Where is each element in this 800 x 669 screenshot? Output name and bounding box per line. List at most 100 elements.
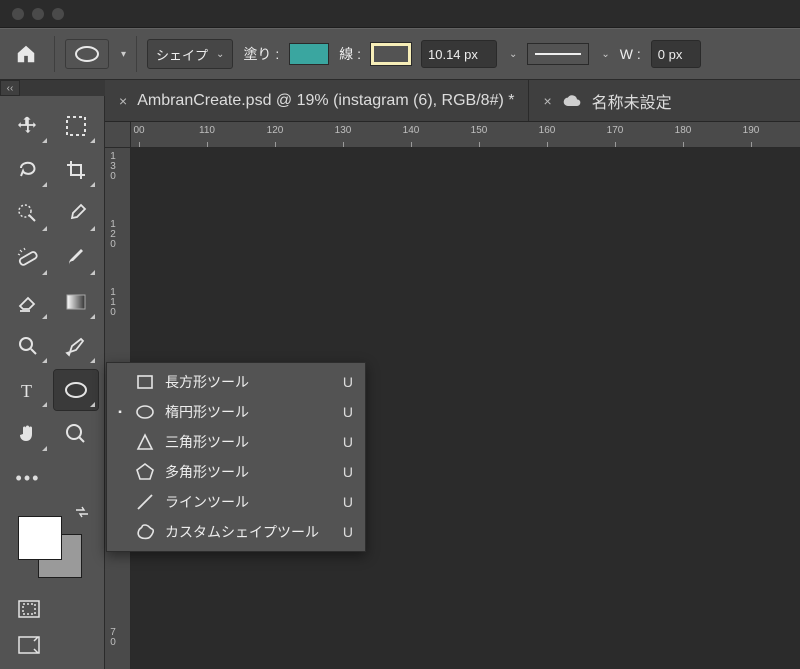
flyout-item-shortcut: U — [343, 464, 353, 480]
swap-colors-icon[interactable] — [74, 504, 90, 520]
heal-tool[interactable] — [6, 238, 50, 278]
marquee-tool[interactable] — [54, 106, 98, 146]
hand-icon — [17, 423, 39, 445]
flyout-item-triangle[interactable]: 三角形ツール U — [107, 427, 365, 457]
window-titlebar — [0, 0, 800, 28]
eyedropper-tool[interactable] — [54, 194, 98, 234]
current-tool-preview[interactable] — [65, 39, 109, 69]
pen-icon — [65, 335, 87, 357]
stroke-width-input[interactable]: 10.14 px — [421, 40, 497, 68]
gradient-tool[interactable] — [54, 282, 98, 322]
ellipse-icon — [135, 402, 155, 422]
eraser-icon — [17, 291, 39, 313]
magnify-tool[interactable] — [54, 414, 98, 454]
flyout-item-label: ラインツール — [165, 492, 333, 512]
flyout-item-ellipse[interactable]: ▪ 楕円形ツール U — [107, 397, 365, 427]
tab-title: AmbranCreate.psd @ 19% (instagram (6), R… — [137, 92, 514, 110]
flyout-item-rect[interactable]: 長方形ツール U — [107, 367, 365, 397]
width-value: 0 px — [658, 47, 683, 62]
lasso-tool[interactable] — [6, 150, 50, 190]
chevron-down-icon[interactable]: ⌄ — [601, 49, 609, 60]
brush-tool[interactable] — [54, 238, 98, 278]
zoom-icon — [17, 335, 39, 357]
traffic-zoom[interactable] — [52, 8, 64, 20]
flyout-item-shortcut: U — [343, 434, 353, 450]
home-icon — [15, 43, 37, 65]
width-label: W : — [620, 46, 641, 62]
width-input[interactable]: 0 px — [651, 40, 701, 68]
move-tool[interactable] — [6, 106, 50, 146]
lasso-icon — [17, 159, 39, 181]
stroke-label: 線 : — [339, 44, 361, 64]
eyedropper-icon — [65, 203, 87, 225]
flyout-item-polygon[interactable]: 多角形ツール U — [107, 457, 365, 487]
triangle-icon — [135, 432, 155, 452]
polygon-icon — [135, 462, 155, 482]
chevron-down-icon[interactable]: ⌄ — [509, 49, 517, 60]
rect-icon — [135, 372, 155, 392]
brush-icon — [65, 247, 87, 269]
flyout-item-shortcut: U — [343, 524, 353, 540]
zoom-tool[interactable] — [6, 326, 50, 366]
fill-label: 塗り : — [243, 44, 279, 64]
tab-title: 名称未設定 — [592, 89, 672, 113]
quick-select-tool[interactable] — [6, 194, 50, 234]
screen-mode-icon[interactable] — [18, 636, 40, 654]
flyout-item-blob[interactable]: カスタムシェイプツール U — [107, 517, 365, 547]
toolbox: T ••• — [0, 96, 105, 669]
pen-tool[interactable] — [54, 326, 98, 366]
eraser-tool[interactable] — [6, 282, 50, 322]
search-icon — [65, 423, 87, 445]
shape-tool[interactable] — [54, 370, 98, 410]
chevron-down-icon[interactable]: ▾ — [121, 49, 126, 60]
shape-tool-flyout: 長方形ツールU▪楕円形ツールU三角形ツールU多角形ツールUラインツールUカスタム… — [106, 362, 366, 552]
ruler-origin[interactable] — [105, 122, 131, 148]
close-icon[interactable]: × — [543, 93, 551, 109]
tab-secondary[interactable]: × 名称未設定 — [528, 80, 685, 121]
document-tabs: × AmbranCreate.psd @ 19% (instagram (6),… — [105, 80, 800, 122]
marquee-icon — [65, 115, 87, 137]
fill-swatch[interactable] — [289, 43, 329, 65]
ellipse-icon — [74, 45, 100, 63]
horizontal-ruler[interactable]: 00110120130140150160170180190 — [131, 122, 800, 148]
traffic-minimize[interactable] — [32, 8, 44, 20]
flyout-item-shortcut: U — [343, 494, 353, 510]
gradient-icon — [65, 291, 87, 313]
toolbox-collapse-toggle[interactable]: ‹‹ — [0, 80, 20, 96]
crop-icon — [65, 159, 87, 181]
bandage-icon — [17, 247, 39, 269]
solid-line-icon — [535, 53, 581, 55]
home-button[interactable] — [8, 36, 44, 72]
flyout-item-label: 長方形ツール — [165, 372, 333, 392]
stroke-width-value: 10.14 px — [428, 47, 478, 62]
text-icon: T — [17, 379, 39, 401]
active-marker: ▪ — [115, 407, 125, 418]
blob-icon — [135, 522, 155, 542]
flyout-item-line[interactable]: ラインツール U — [107, 487, 365, 517]
flyout-item-label: カスタムシェイプツール — [165, 522, 333, 542]
ellipse-icon — [64, 381, 88, 399]
tab-active[interactable]: × AmbranCreate.psd @ 19% (instagram (6),… — [105, 80, 528, 121]
flyout-item-label: 楕円形ツール — [165, 402, 333, 422]
cloud-icon — [562, 94, 582, 108]
flyout-item-label: 三角形ツール — [165, 432, 333, 452]
stroke-swatch[interactable] — [371, 43, 411, 65]
traffic-close[interactable] — [12, 8, 24, 20]
line-icon — [135, 492, 155, 512]
svg-text:T: T — [21, 381, 32, 401]
stroke-style-dropdown[interactable] — [527, 43, 589, 65]
shape-mode-dropdown[interactable]: シェイプ ⌄ — [147, 39, 233, 69]
color-swatches — [16, 508, 96, 582]
foreground-swatch[interactable] — [18, 516, 62, 560]
type-tool[interactable]: T — [6, 370, 50, 410]
close-icon[interactable]: × — [119, 93, 127, 109]
edit-toolbar-button[interactable]: ••• — [6, 458, 50, 498]
quick-mask-icon[interactable] — [18, 600, 40, 618]
flyout-item-label: 多角形ツール — [165, 462, 333, 482]
flyout-item-shortcut: U — [343, 404, 353, 420]
chevron-down-icon: ⌄ — [216, 49, 224, 60]
flyout-item-shortcut: U — [343, 374, 353, 390]
options-bar: ▾ シェイプ ⌄ 塗り : 線 : 10.14 px ⌄ ⌄ W : 0 px — [0, 28, 800, 80]
crop-tool[interactable] — [54, 150, 98, 190]
hand-tool[interactable] — [6, 414, 50, 454]
